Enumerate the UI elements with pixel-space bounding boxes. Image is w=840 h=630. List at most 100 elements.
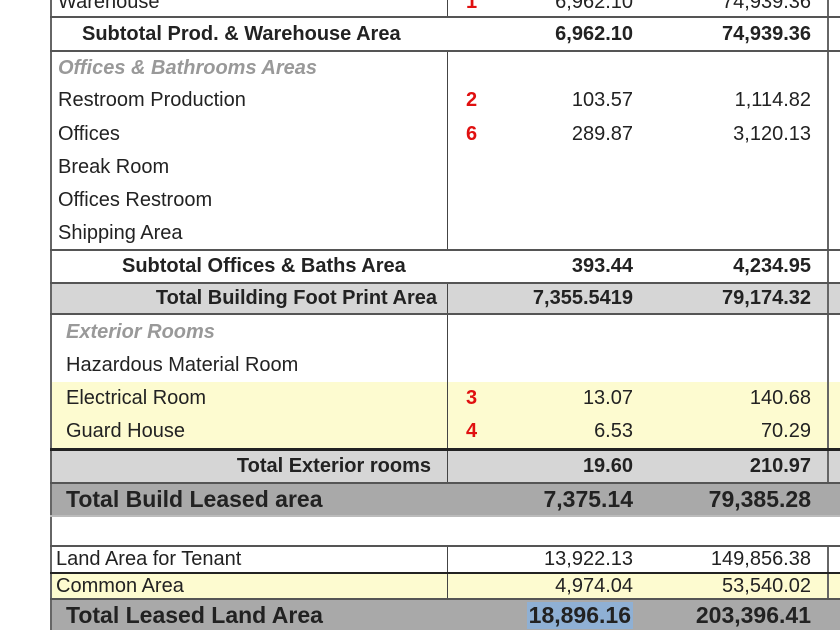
- next-col-cell[interactable]: [827, 415, 840, 448]
- label-cell[interactable]: Guard House: [50, 415, 447, 448]
- next-col-cell[interactable]: [827, 484, 840, 515]
- label-cell[interactable]: Total Building Foot Print Area: [50, 284, 447, 313]
- m2-cell[interactable]: [447, 315, 637, 349]
- total-exterior-row: Total Exterior rooms 19.60 210.97: [50, 448, 840, 482]
- total-footprint-row: Total Building Foot Print Area 7,355.541…: [50, 282, 840, 315]
- table-row: Electrical Room 3 13.07 140.68: [50, 382, 840, 415]
- m2-value: 13.07: [582, 387, 633, 409]
- table-row: Hazardous Material Room: [50, 349, 840, 382]
- m2-cell[interactable]: 3 13.07: [447, 382, 637, 415]
- next-col-cell[interactable]: [827, 451, 840, 482]
- m2-cell[interactable]: 7,355.5419: [447, 284, 637, 313]
- next-col-cell[interactable]: [827, 151, 840, 184]
- label-cell[interactable]: Restroom Production: [50, 84, 447, 117]
- next-col-cell[interactable]: [827, 52, 840, 84]
- next-col-cell[interactable]: [827, 84, 840, 117]
- label-cell[interactable]: Warehouse: [50, 0, 447, 16]
- ft2-cell[interactable]: 79,385.28: [637, 484, 827, 515]
- m2-cell[interactable]: [447, 151, 637, 184]
- table-row: Common Area 4,974.04 53,540.02: [50, 572, 840, 598]
- ft2-cell[interactable]: [637, 315, 827, 349]
- m2-cell[interactable]: 19.60: [447, 451, 637, 482]
- label-cell[interactable]: Total Exterior rooms: [50, 451, 447, 482]
- label-cell[interactable]: Offices: [50, 117, 447, 151]
- m2-cell[interactable]: 6 289.87: [447, 117, 637, 151]
- next-col-cell[interactable]: [827, 315, 840, 349]
- ref-number: 1: [466, 0, 478, 13]
- label-cell[interactable]: Offices Restroom: [50, 184, 447, 217]
- m2-cell[interactable]: [447, 217, 637, 249]
- next-col-cell[interactable]: [827, 184, 840, 217]
- m2-cell[interactable]: [447, 349, 637, 382]
- label-cell[interactable]: Land Area for Tenant: [50, 547, 447, 572]
- table-row: Shipping Area: [50, 217, 840, 249]
- m2-cell[interactable]: 1 6,962.10: [447, 0, 637, 16]
- ft2-cell[interactable]: [637, 184, 827, 217]
- ft2-cell[interactable]: 203,396.41: [637, 600, 827, 630]
- table-row: Restroom Production 2 103.57 1,114.82: [50, 84, 840, 117]
- m2-value: 6,962.10: [555, 0, 633, 13]
- total-build-leased-row: Total Build Leased area 7,375.14 79,385.…: [50, 482, 840, 515]
- section-header-label[interactable]: Exterior Rooms: [50, 315, 447, 349]
- section-header-label[interactable]: Offices & Bathrooms Areas: [50, 52, 447, 84]
- table-row: Land Area for Tenant 13,922.13 149,856.3…: [50, 545, 840, 572]
- table-row: Offices 6 289.87 3,120.13: [50, 117, 840, 151]
- m2-value: 289.87: [571, 122, 633, 145]
- ft2-cell[interactable]: [637, 151, 827, 184]
- ref-number: 4: [466, 420, 478, 442]
- m2-cell[interactable]: 4 6.53: [447, 415, 637, 448]
- label-cell[interactable]: Hazardous Material Room: [50, 349, 447, 382]
- label-cell[interactable]: Total Leased Land Area: [50, 600, 447, 630]
- section-header-offices: Offices & Bathrooms Areas: [50, 50, 840, 84]
- next-col-cell[interactable]: [827, 547, 840, 572]
- selected-value: 18,896.16: [526, 601, 633, 629]
- ft2-cell[interactable]: [637, 349, 827, 382]
- label-cell[interactable]: Total Build Leased area: [50, 484, 447, 515]
- label-cell[interactable]: Shipping Area: [50, 217, 447, 249]
- m2-cell[interactable]: 6,962.10: [447, 18, 637, 50]
- label-cell[interactable]: Subtotal Prod. & Warehouse Area: [50, 18, 447, 50]
- next-col-cell[interactable]: [827, 251, 840, 282]
- m2-cell[interactable]: 393.44: [447, 251, 637, 282]
- blank-cell[interactable]: [50, 517, 447, 545]
- m2-cell[interactable]: [447, 184, 637, 217]
- label-cell[interactable]: Electrical Room: [50, 382, 447, 415]
- blank-row: [50, 515, 840, 545]
- ft2-cell[interactable]: 210.97: [637, 451, 827, 482]
- ft2-cell[interactable]: 70.29: [637, 415, 827, 448]
- next-col-cell[interactable]: [827, 117, 840, 151]
- m2-cell[interactable]: 7,375.14: [447, 484, 637, 515]
- label-cell[interactable]: Subtotal Offices & Baths Area: [50, 251, 447, 282]
- ft2-cell[interactable]: 74,939.36: [637, 18, 827, 50]
- ref-number: 2: [466, 89, 478, 111]
- ft2-cell[interactable]: 149,856.38: [637, 547, 827, 572]
- ft2-cell[interactable]: 1,114.82: [637, 84, 827, 117]
- m2-cell[interactable]: 13,922.13: [447, 547, 637, 572]
- ft2-cell[interactable]: [637, 52, 827, 84]
- ft2-cell[interactable]: 53,540.02: [637, 574, 827, 598]
- next-col-cell[interactable]: [827, 0, 840, 16]
- ft2-cell[interactable]: 140.68: [637, 382, 827, 415]
- ft2-cell[interactable]: 74,939.36: [637, 0, 827, 16]
- next-col-cell[interactable]: [827, 382, 840, 415]
- table-row: Break Room: [50, 151, 840, 184]
- ft2-cell[interactable]: 3,120.13: [637, 117, 827, 151]
- m2-cell-selected[interactable]: 18,896.16: [447, 600, 637, 630]
- label-cell[interactable]: Break Room: [50, 151, 447, 184]
- ft2-cell[interactable]: [637, 217, 827, 249]
- m2-value: 103.57: [571, 89, 633, 111]
- ft2-cell[interactable]: 79,174.32: [637, 284, 827, 313]
- next-col-cell[interactable]: [827, 600, 840, 630]
- label-cell[interactable]: Common Area: [50, 574, 447, 598]
- next-col-cell[interactable]: [827, 349, 840, 382]
- next-col-cell[interactable]: [827, 284, 840, 313]
- next-col-cell[interactable]: [827, 217, 840, 249]
- next-col-cell[interactable]: [827, 574, 840, 598]
- ft2-cell[interactable]: 4,234.95: [637, 251, 827, 282]
- table-row-warehouse: Warehouse 1 6,962.10 74,939.36: [50, 0, 840, 16]
- next-col-cell[interactable]: [827, 18, 840, 50]
- m2-cell[interactable]: 2 103.57: [447, 84, 637, 117]
- subtotal-prod-row: Subtotal Prod. & Warehouse Area 6,962.10…: [50, 16, 840, 50]
- m2-cell[interactable]: [447, 52, 637, 84]
- m2-cell[interactable]: 4,974.04: [447, 574, 637, 598]
